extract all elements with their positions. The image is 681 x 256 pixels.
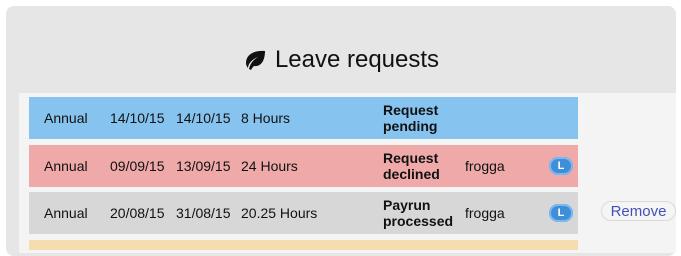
start-date: 14/10/15 bbox=[110, 110, 165, 126]
approver-name: frogga bbox=[465, 205, 505, 221]
status-line-2: declined bbox=[383, 166, 440, 182]
duration: 24 Hours bbox=[241, 158, 298, 174]
status-line-1: Request bbox=[383, 150, 439, 166]
status-line-1: Payrun bbox=[383, 197, 431, 213]
approver-name: frogga bbox=[465, 158, 505, 174]
leave-type: Annual bbox=[44, 205, 88, 221]
leave-request-row[interactable]: Annual 14/10/15 14/10/15 8 Hours Request… bbox=[29, 97, 578, 139]
status-text: Request declined bbox=[383, 145, 463, 187]
status-line-2: processed bbox=[383, 213, 454, 229]
end-date: 14/10/15 bbox=[176, 110, 231, 126]
remove-button[interactable]: Remove bbox=[601, 201, 676, 221]
leave-request-list: Annual 14/10/15 14/10/15 8 Hours Request… bbox=[19, 93, 676, 253]
duration: 8 Hours bbox=[241, 110, 291, 126]
leave-request-row-partial[interactable] bbox=[29, 240, 578, 250]
panel-header: Leave requests bbox=[6, 42, 676, 78]
status-text: Payrun processed bbox=[383, 192, 463, 234]
start-date: 09/09/15 bbox=[110, 158, 165, 174]
leave-type: Annual bbox=[44, 158, 88, 174]
status-line-2: pending bbox=[383, 118, 438, 134]
leave-type: Annual bbox=[44, 110, 88, 126]
leave-requests-panel: Leave requests Annual 14/10/15 14/10/15 … bbox=[6, 6, 676, 256]
leave-request-row[interactable]: Annual 20/08/15 31/08/15 20.25 Hours Pay… bbox=[29, 192, 578, 234]
status-text: Request pending bbox=[383, 97, 463, 139]
status-line-1: Request bbox=[383, 102, 439, 118]
duration: 20.25 Hours bbox=[241, 205, 318, 221]
end-date: 31/08/15 bbox=[176, 205, 231, 221]
leave-badge[interactable]: L bbox=[549, 204, 573, 222]
start-date: 20/08/15 bbox=[110, 205, 165, 221]
leave-request-row[interactable]: Annual 09/09/15 13/09/15 24 Hours Reques… bbox=[29, 145, 578, 187]
page-title: Leave requests bbox=[274, 46, 440, 73]
leave-badge[interactable]: L bbox=[549, 157, 573, 175]
leaf-icon bbox=[245, 50, 265, 70]
end-date: 13/09/15 bbox=[176, 158, 231, 174]
